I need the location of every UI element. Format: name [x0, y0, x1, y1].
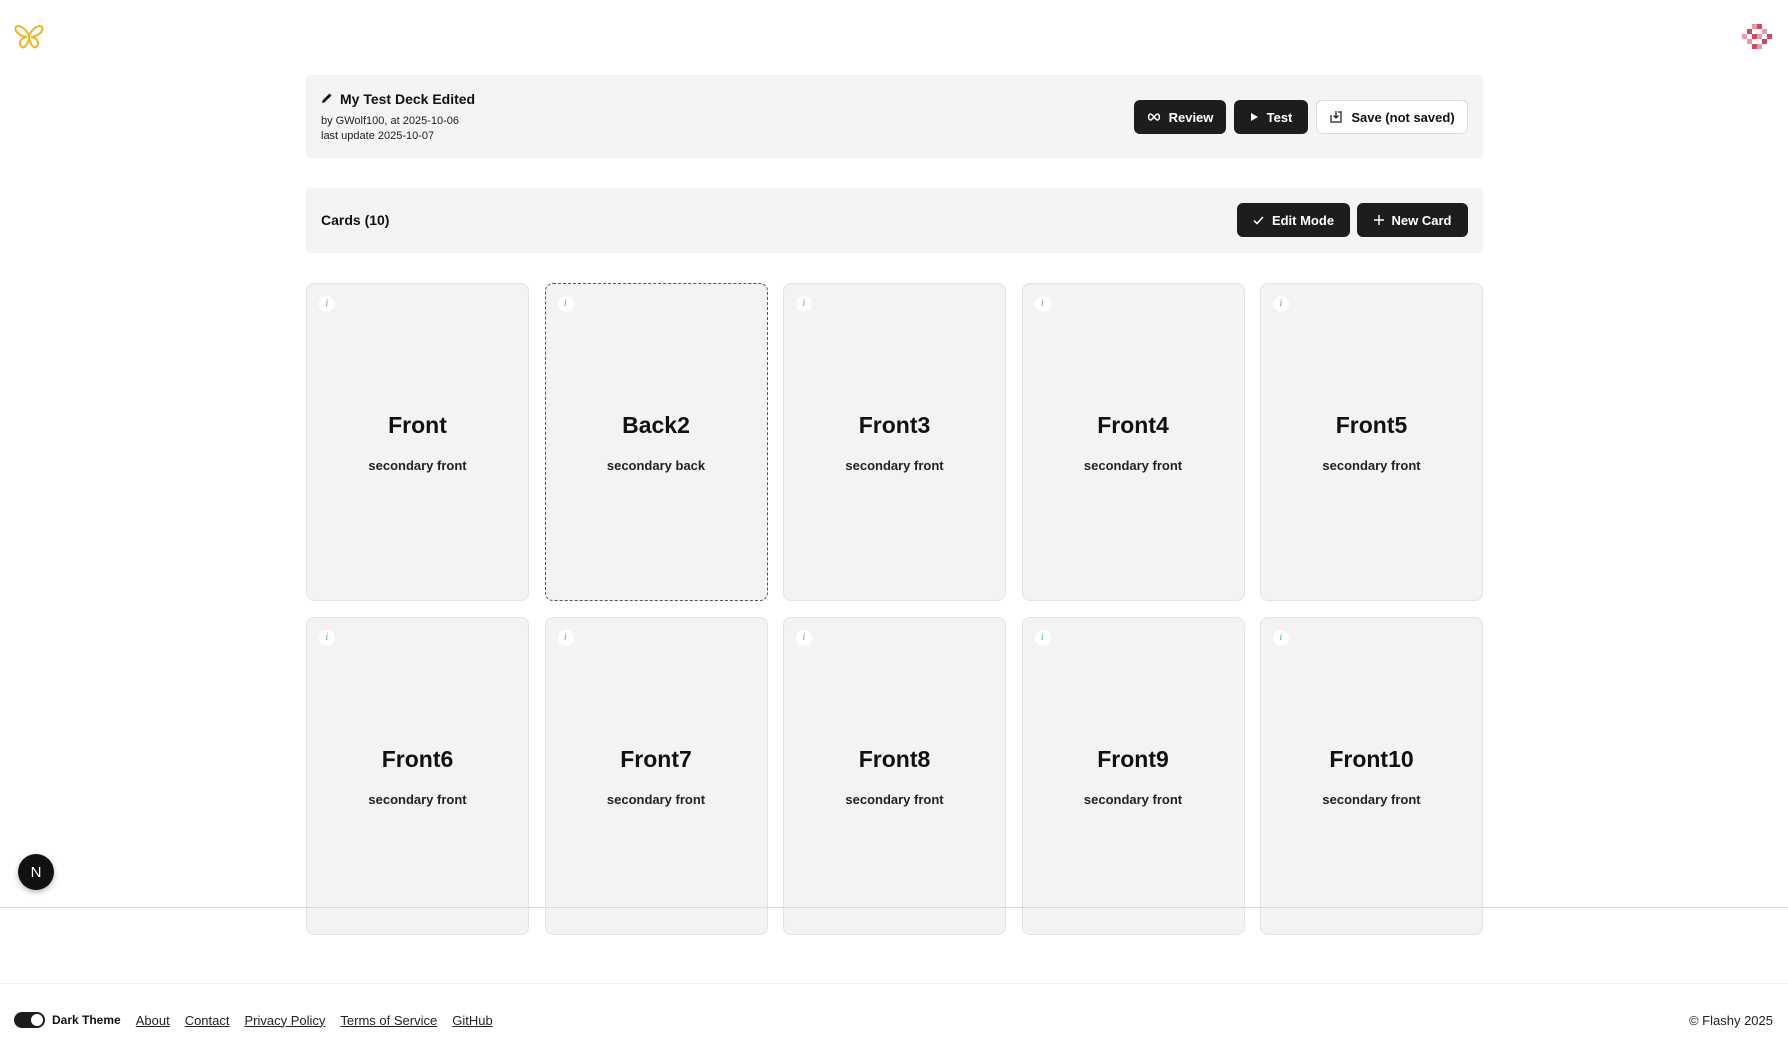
play-icon	[1250, 113, 1258, 121]
flashcard[interactable]: i Front7 secondary front	[544, 617, 768, 935]
info-icon[interactable]: i	[1034, 296, 1051, 312]
card-secondary-text: secondary front	[1322, 458, 1421, 473]
save-download-icon	[1330, 111, 1342, 123]
deck-title-row: My Test Deck Edited	[321, 91, 475, 107]
edit-mode-label: Edit Mode	[1271, 212, 1335, 228]
flashcard[interactable]: i Front3 secondary front	[783, 283, 1006, 601]
card-primary-text: Front7	[620, 746, 692, 772]
card-primary-text: Front9	[1097, 746, 1169, 772]
card-secondary-text: secondary front	[1083, 792, 1183, 807]
info-icon[interactable]: i	[1273, 296, 1289, 312]
deck-header-panel: My Test Deck Edited by GWolf100, at 2025…	[306, 75, 1483, 158]
card-primary-text: Front4	[1097, 412, 1169, 438]
copyright: © Flashy 2025	[1688, 1013, 1773, 1028]
footer-link-about[interactable]: About	[136, 1013, 170, 1028]
flashcard[interactable]: i Front6 secondary front	[306, 617, 529, 935]
card-secondary-text: secondary front	[845, 458, 944, 473]
card-secondary-text: secondary front	[368, 792, 467, 807]
infinity-icon	[1147, 113, 1160, 121]
footer-link-privacy[interactable]: Privacy Policy	[245, 1013, 326, 1028]
flashcard[interactable]: i Front4 secondary front	[1021, 283, 1245, 601]
butterfly-logo-icon[interactable]	[14, 24, 44, 50]
card-secondary-text: secondary front	[845, 792, 944, 807]
card-secondary-text: secondary front	[368, 458, 467, 473]
info-icon[interactable]: i	[319, 296, 335, 312]
flashcard[interactable]: i Front secondary front	[306, 283, 529, 601]
card-primary-text: Front10	[1329, 746, 1414, 772]
n-dev-badge[interactable]: N	[18, 854, 54, 890]
divider	[0, 907, 1788, 908]
flashcard[interactable]: i Back2 secondary back	[544, 283, 768, 601]
info-icon[interactable]: i	[1273, 630, 1289, 646]
save-button[interactable]: Save (not saved)	[1316, 100, 1468, 134]
info-icon[interactable]: i	[557, 296, 574, 312]
card-primary-text: Front8	[858, 746, 931, 772]
info-icon[interactable]: i	[1034, 630, 1051, 646]
pencil-icon[interactable]	[321, 91, 333, 107]
save-label: Save (not saved)	[1351, 109, 1455, 125]
flashcard[interactable]: i Front10 secondary front	[1260, 617, 1483, 935]
edit-mode-button[interactable]: Edit Mode	[1237, 203, 1350, 237]
card-primary-text: Front6	[381, 746, 454, 772]
dark-theme-label: Dark Theme	[52, 1013, 121, 1027]
flashcard[interactable]: i Front9 secondary front	[1021, 617, 1245, 935]
card-secondary-text: secondary front	[1083, 458, 1183, 473]
footer-link-terms[interactable]: Terms of Service	[340, 1013, 437, 1028]
check-icon	[1253, 215, 1264, 225]
footer-link-github[interactable]: GitHub	[452, 1013, 492, 1028]
plus-icon	[1373, 215, 1384, 225]
page: My Test Deck Edited by GWolf100, at 2025…	[0, 0, 1788, 1057]
review-button[interactable]: Review	[1134, 100, 1226, 134]
review-label: Review	[1168, 109, 1214, 125]
info-icon[interactable]: i	[796, 630, 812, 646]
card-primary-text: Back2	[622, 412, 690, 438]
deck-meta: by GWolf100, at 2025-10-06 last update 2…	[321, 114, 459, 144]
info-icon[interactable]: i	[319, 630, 335, 646]
flashcard[interactable]: i Front8 secondary front	[783, 617, 1006, 935]
deck-update-line: last update 2025-10-07	[321, 130, 435, 142]
cards-grid: i Front secondary front i Back2 secondar…	[306, 283, 1483, 935]
footer-divider	[0, 983, 1788, 984]
flashcard[interactable]: i Front5 secondary front	[1260, 283, 1483, 601]
cards-count-title: Cards (10)	[321, 212, 390, 228]
test-label: Test	[1266, 109, 1293, 125]
new-card-label: New Card	[1391, 212, 1452, 228]
deck-author-line: by GWolf100, at 2025-10-06	[321, 115, 459, 127]
card-primary-text: Front	[388, 412, 447, 438]
info-icon[interactable]: i	[796, 296, 812, 312]
dark-theme-toggle[interactable]	[14, 1012, 45, 1028]
card-primary-text: Front3	[858, 412, 931, 438]
user-avatar-icon[interactable]	[1742, 22, 1772, 52]
card-secondary-text: secondary front	[1322, 792, 1421, 807]
cards-header-panel: Cards (10) Edit Mode New Card	[306, 188, 1483, 253]
new-card-button[interactable]: New Card	[1357, 203, 1468, 237]
test-button[interactable]: Test	[1234, 100, 1308, 134]
deck-title: My Test Deck Edited	[340, 91, 476, 107]
card-primary-text: Front5	[1335, 412, 1408, 438]
footer: Dark Theme About Contact Privacy Policy …	[14, 1012, 493, 1028]
footer-link-contact[interactable]: Contact	[185, 1013, 230, 1028]
card-secondary-text: secondary front	[606, 792, 706, 807]
info-icon[interactable]: i	[557, 630, 574, 646]
card-secondary-text: secondary back	[606, 458, 706, 473]
